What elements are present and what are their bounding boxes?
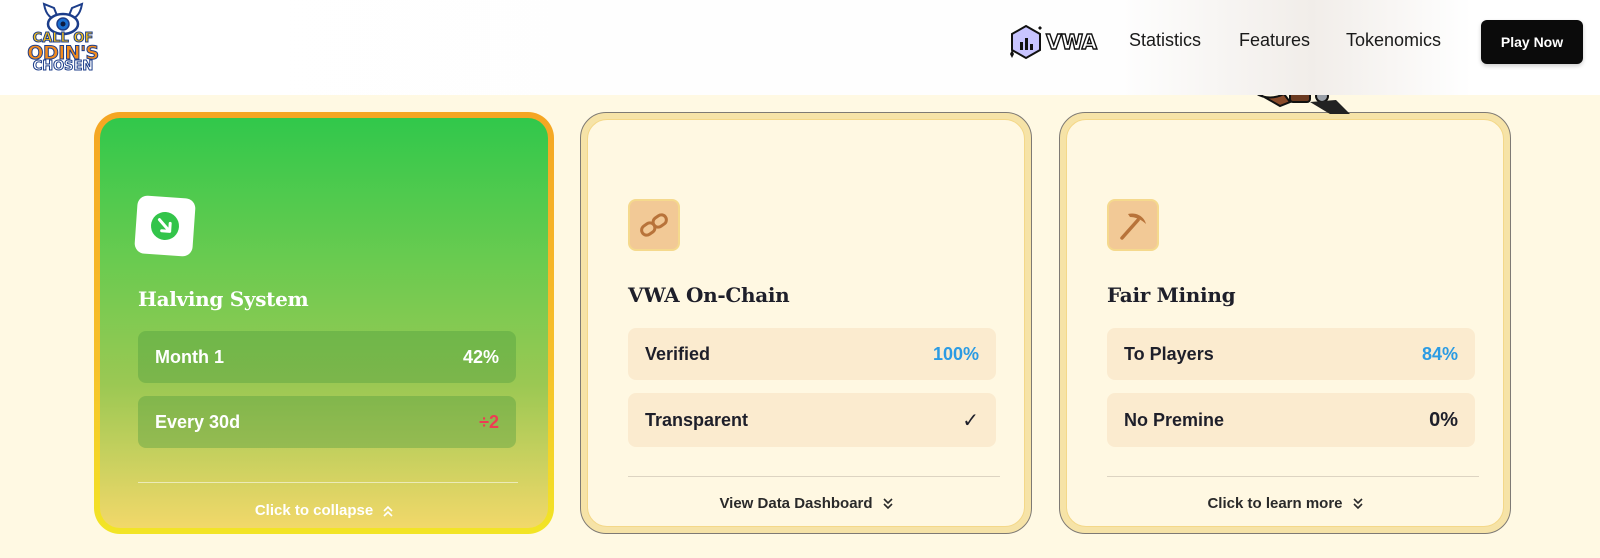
card-divider (138, 482, 518, 483)
card-body: VWA On-Chain Verified 100% Transparent ✓… (587, 119, 1025, 527)
checkmark-value: ✓ (962, 409, 979, 432)
chevrons-up-icon (383, 505, 393, 517)
stat-row: Every 30d ÷2 (138, 396, 516, 448)
stat-label: Month 1 (155, 346, 224, 367)
stat-value: 0% (1429, 408, 1458, 431)
card-title: Fair Mining (1107, 283, 1236, 307)
footer-label: Click to learn more (1207, 495, 1343, 512)
stat-value: 100% (932, 343, 979, 364)
stat-label: Every 30d (155, 411, 241, 432)
vwa-logo-link[interactable]: VWA (1008, 22, 1098, 62)
pickaxe-icon (1107, 199, 1159, 251)
stat-label: To Players (1124, 343, 1214, 364)
site-header: CALL OF ODIN'S CHOSEN VWA Statistics Fea… (0, 0, 1600, 95)
card-body: Fair Mining To Players 84% No Premine 0%… (1066, 119, 1504, 527)
call-of-odins-chosen-logo[interactable]: CALL OF ODIN'S CHOSEN (18, 2, 108, 86)
stat-row: No Premine 0% (1107, 393, 1475, 447)
stat-row: Transparent ✓ (628, 393, 996, 447)
feature-card-fair-mining[interactable]: Fair Mining To Players 84% No Premine 0%… (1059, 112, 1511, 534)
vwa-badge-icon (1010, 24, 1042, 60)
card-body: Halving System Month 1 42% Every 30d ÷2 … (100, 118, 548, 528)
stat-value: 42% (462, 346, 499, 367)
stat-value: ÷2 (479, 411, 499, 432)
link-icon (628, 199, 680, 251)
footer-label: Click to collapse (254, 502, 374, 519)
stat-row: To Players 84% (1107, 328, 1475, 380)
play-now-button[interactable]: Play Now (1481, 20, 1583, 64)
stat-label: Transparent (645, 409, 749, 430)
footer-label: View Data Dashboard (719, 495, 873, 512)
chevrons-down-icon (1352, 497, 1363, 509)
stat-label: No Premine (1124, 409, 1225, 430)
view-data-dashboard-link[interactable]: View Data Dashboard (588, 495, 1024, 512)
learn-more-link[interactable]: Click to learn more (1067, 495, 1503, 512)
chevrons-down-icon (882, 497, 893, 509)
card-title: Halving System (138, 287, 309, 311)
vwa-label: VWA (1045, 29, 1098, 54)
stat-row: Verified 100% (628, 328, 996, 380)
feature-card-vwa-on-chain[interactable]: VWA On-Chain Verified 100% Transparent ✓… (580, 112, 1032, 534)
nav-link-tokenomics[interactable]: Tokenomics (1346, 30, 1441, 51)
stat-row: Month 1 42% (138, 331, 516, 383)
logo-line-2: ODIN'S (27, 42, 100, 64)
logo-text: CALL OF ODIN'S CHOSEN (18, 31, 108, 74)
arrow-down-right-icon (134, 195, 196, 257)
stat-value: 84% (1421, 343, 1458, 364)
card-title: VWA On-Chain (628, 283, 790, 307)
card-divider (1107, 476, 1479, 477)
nav-link-features[interactable]: Features (1239, 30, 1310, 51)
collapse-toggle[interactable]: Click to collapse (100, 502, 548, 519)
feature-card-halving[interactable]: Halving System Month 1 42% Every 30d ÷2 … (94, 112, 554, 534)
card-divider (628, 476, 1000, 477)
nav-link-statistics[interactable]: Statistics (1129, 30, 1201, 51)
stat-label: Verified (645, 343, 711, 364)
